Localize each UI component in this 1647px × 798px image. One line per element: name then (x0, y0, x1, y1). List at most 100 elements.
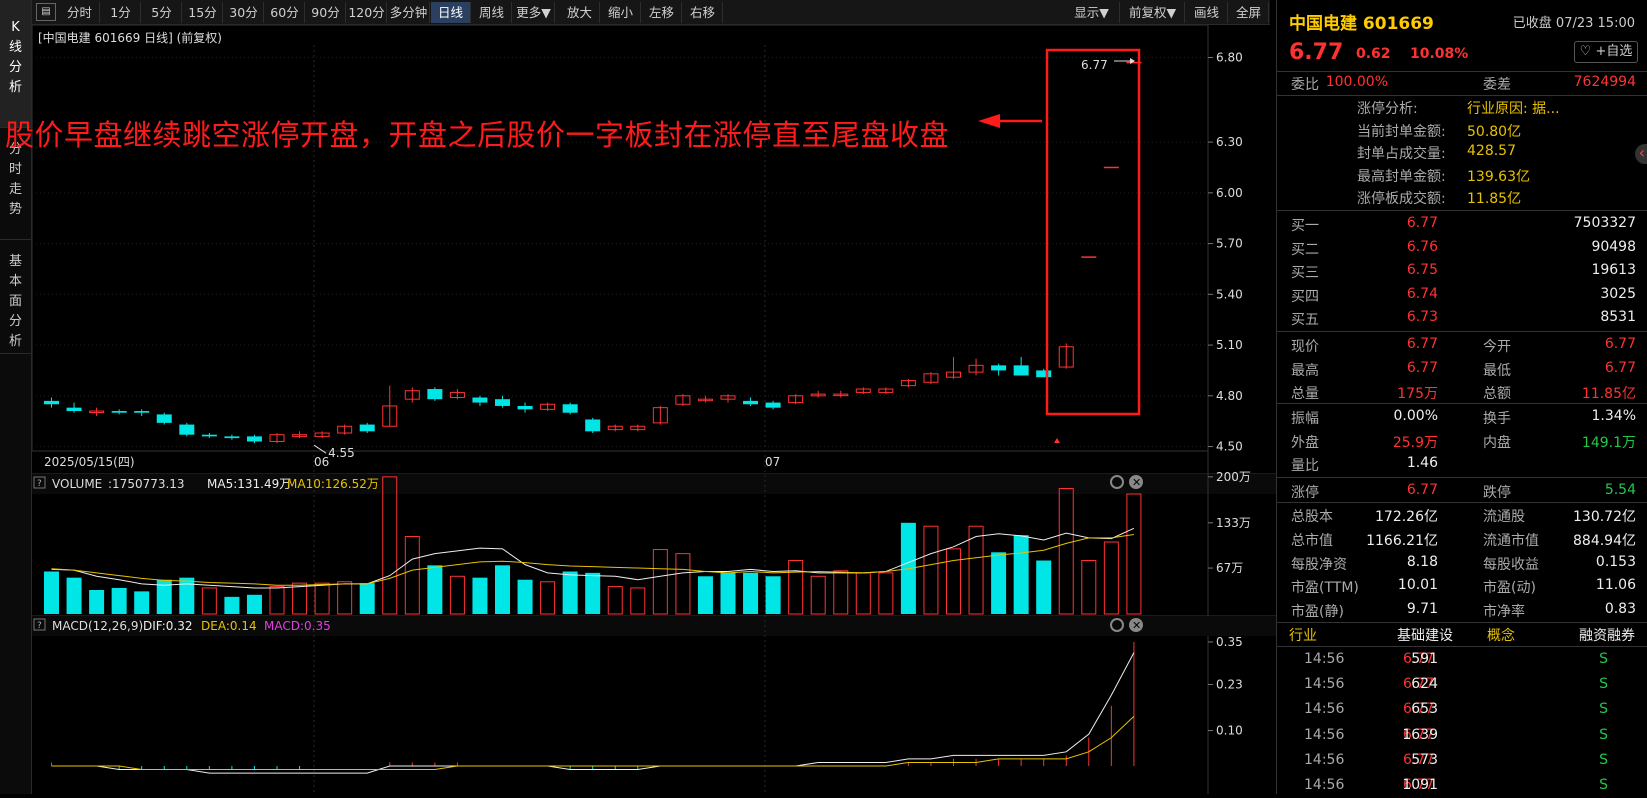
macd-dif-line (51, 652, 1135, 774)
volume-bar (697, 576, 713, 614)
period-button-6[interactable]: 90分 (306, 2, 346, 23)
tag-label[interactable]: 融资融券 (1579, 625, 1635, 645)
sidebar-tab-char: 基 (8, 254, 22, 269)
action-button-1[interactable]: 缩小 (601, 2, 641, 23)
volume-tick-label: 67万 (1216, 561, 1243, 575)
highlight-box (1045, 48, 1141, 416)
period-button-1[interactable]: 1分 (101, 2, 141, 23)
volume-bar (1126, 493, 1142, 615)
tick-row: 14:56 6.77 591 S (1277, 648, 1647, 672)
y-tick-label: 6.30 (1216, 135, 1243, 149)
period-button-7[interactable]: 120分 (347, 2, 387, 23)
period-button-10[interactable]: 周线 (472, 2, 512, 23)
bid-level-label: 买五 (1291, 312, 1319, 329)
bid-level-label: 买三 (1291, 265, 1319, 282)
y-tick-label: 5.10 (1216, 338, 1243, 352)
volume-bar (224, 596, 240, 614)
volume-bar (652, 549, 668, 615)
tab-kline-analysis[interactable]: K线分析 (0, 0, 31, 128)
help-icon-glyph: ? (37, 479, 42, 489)
action-button-3[interactable]: 右移 (683, 2, 723, 23)
chart-toolbar: ▤ 分时 1分 5分 15分 30分 60分 90分 120分 多分钟 日线 周线 更多▼ 放大 缩小 左移… (32, 0, 1270, 25)
y-tick-label: 4.80 (1216, 389, 1243, 403)
period-button-11[interactable]: 更多▼ (513, 2, 555, 23)
stat-label: 今开 (1483, 339, 1511, 355)
limit-info-label: 涨停板成交额: (1357, 191, 1446, 208)
period-button-4[interactable]: 30分 (224, 2, 264, 23)
weibi-row: 委比 100.00% 委差 7624994 (1277, 71, 1647, 95)
volume-tick-label: 200万 (1216, 470, 1251, 484)
period-button-9[interactable]: 日线 (431, 2, 471, 23)
volume-bar (1103, 541, 1119, 615)
toolbar-right-button-3[interactable]: 全屏 (1229, 2, 1269, 23)
tick-time: 14:56 (1304, 676, 1345, 693)
bid-level-label: 买二 (1291, 241, 1319, 258)
limit-info-row: 涨停分析: 行业原因: 据... (1277, 95, 1647, 119)
y-tick-label: 6.00 (1216, 186, 1243, 200)
limit-info-row: 封单占成交量: 428.57 (1277, 140, 1647, 164)
bid-volume: 8531 (1600, 309, 1636, 326)
action-button-0[interactable]: 放大 (560, 2, 600, 23)
volume-bar (788, 560, 804, 615)
bid-volume: 19613 (1591, 262, 1636, 279)
weibi-label: 委比 (1291, 77, 1319, 93)
limit-info-label: 当前封单金额: (1357, 123, 1446, 140)
sidebar-tab-char: 线 (8, 40, 22, 55)
menu-icon[interactable]: ▤ (36, 3, 56, 21)
period-button-8[interactable]: 多分钟 (388, 2, 430, 23)
sidebar-tab-char: 本 (8, 274, 22, 289)
fundamental-value: 1166.21亿 (1366, 532, 1438, 549)
stat-label: 量比 (1291, 458, 1319, 475)
fundamental-label: 每股收益 (1483, 556, 1539, 573)
stats-row: 现价 6.77 今开 6.77 (1277, 333, 1647, 357)
volume-bar (1013, 535, 1029, 614)
macd-tick-label: 0.35 (1216, 635, 1243, 649)
tag-label[interactable]: 概念 (1487, 625, 1515, 645)
period-button-3[interactable]: 15分 (183, 2, 223, 23)
tab-fundamental-analysis[interactable]: 基本面分析 (0, 240, 31, 354)
toolbar-right-button-1[interactable]: 前复权▼ (1121, 2, 1185, 23)
volume-legend-value: :1750773.13 (108, 477, 185, 491)
volume-bar (314, 582, 330, 615)
volume-bar (89, 590, 105, 614)
action-button-2[interactable]: 左移 (642, 2, 682, 23)
bid-price: 6.74 (1406, 285, 1438, 302)
stat-value: 175万 (1397, 386, 1438, 403)
divider (1277, 646, 1647, 647)
tick-direction: S (1599, 726, 1608, 743)
limit-up-value: 6.77 (1406, 482, 1438, 498)
stat-value: 11.85亿 (1581, 386, 1636, 403)
fundamental-label: 总股本 (1291, 509, 1333, 525)
volume-legend-name: VOLUME (52, 477, 102, 491)
fundamental-row: 每股净资 8.18 每股收益 0.153 (1277, 551, 1647, 575)
volume-bar (359, 583, 375, 614)
volume-bar (1081, 560, 1097, 615)
bid-level-label: 买一 (1291, 218, 1319, 234)
period-button-2[interactable]: 5分 (142, 2, 182, 23)
period-button-5[interactable]: 60分 (265, 2, 305, 23)
candle-body (246, 436, 262, 442)
volume-bar (810, 575, 826, 615)
fundamental-label: 总市值 (1291, 532, 1333, 549)
y-tick-label: 5.40 (1216, 287, 1243, 301)
limit-info-label: 涨停分析: (1357, 101, 1418, 117)
candle-body (224, 436, 240, 439)
close-icon-glyph: ✕ (1132, 476, 1141, 489)
limit-info-value: 50.80亿 (1467, 123, 1522, 140)
stat-value: 6.77 (1604, 359, 1636, 376)
stats-row: 外盘 25.9万 内盘 149.1万 (1277, 429, 1647, 453)
toolbar-right-button-0[interactable]: 显示▼ (1064, 2, 1120, 23)
high-price-label: 6.77 (1081, 58, 1108, 72)
tag-label[interactable]: 基础建设 (1397, 625, 1453, 645)
tick-direction: S (1599, 676, 1608, 693)
stat-value: 6.77 (1406, 336, 1438, 352)
toolbar-right-button-2[interactable]: 画线 (1186, 2, 1228, 23)
volume-bar (134, 591, 150, 614)
add-favorite-button[interactable]: ♡ +自选 (1574, 41, 1638, 63)
tag-label[interactable]: 行业 (1289, 625, 1317, 645)
annotation-arrowhead (978, 114, 1000, 128)
period-button-0[interactable]: 分时 (60, 2, 100, 23)
candle-body (472, 397, 488, 403)
fundamental-value: 0.153 (1595, 553, 1636, 570)
candle-body (134, 411, 150, 413)
